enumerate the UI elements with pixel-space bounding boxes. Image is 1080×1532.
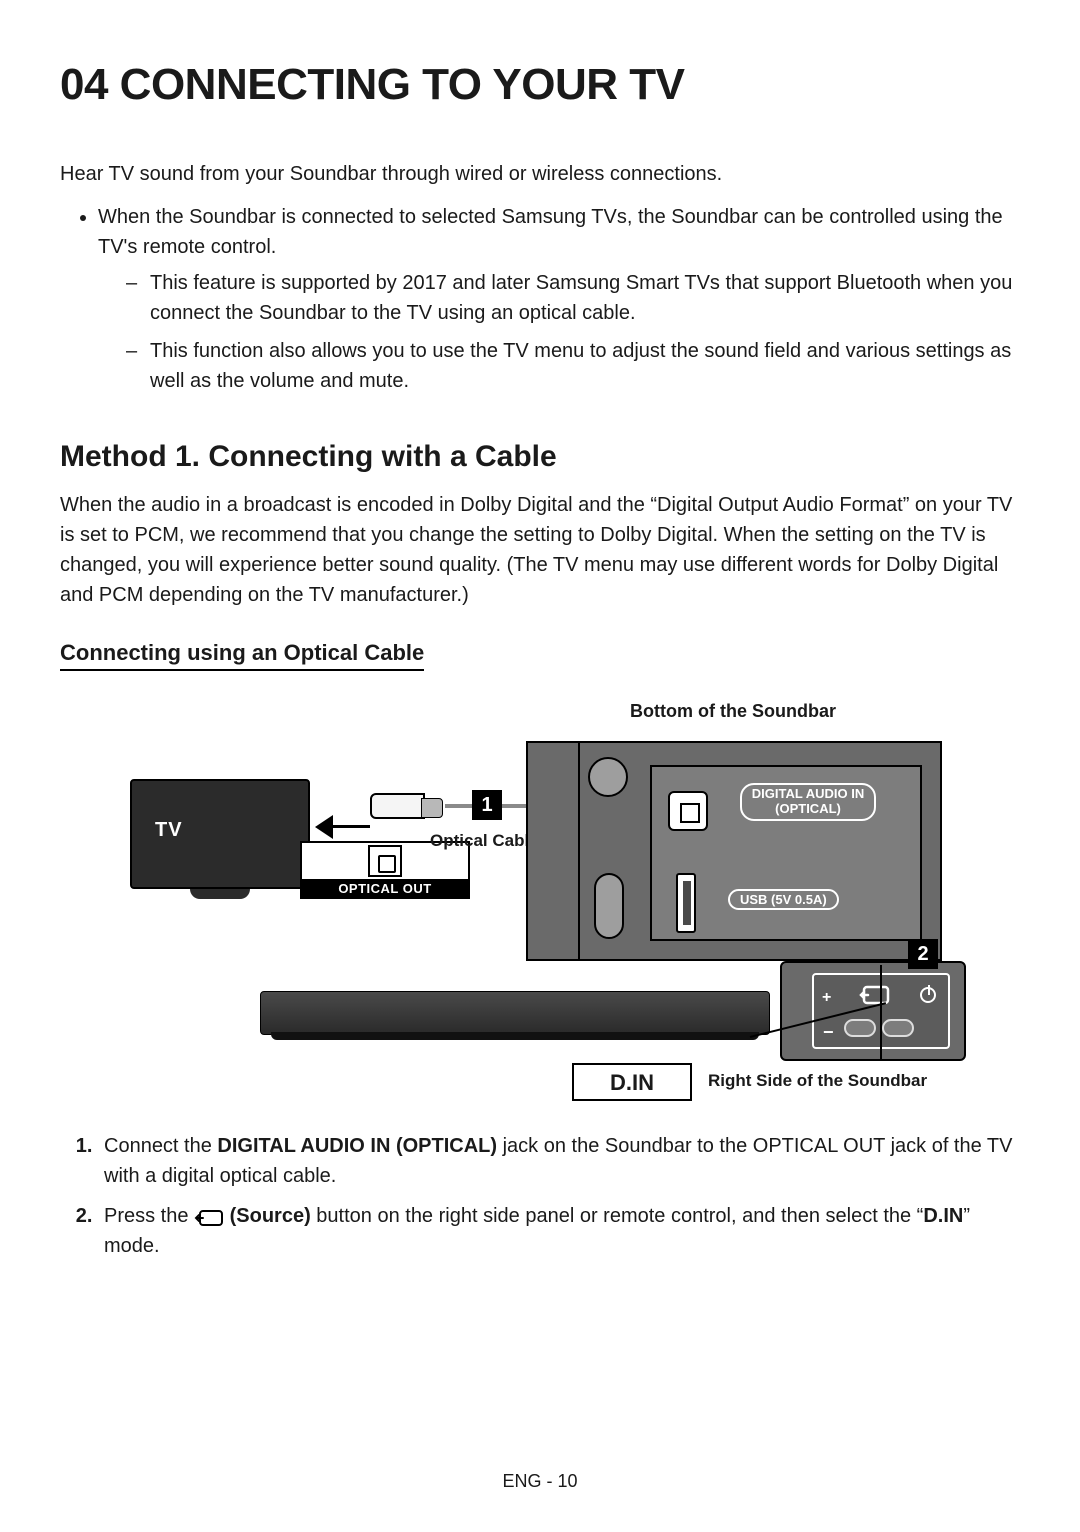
sub-bullet-tv-menu: This function also allows you to use the… [126,336,1020,396]
label-bottom-of-soundbar: Bottom of the Soundbar [630,701,836,722]
optical-port-icon [368,845,402,877]
sub-bullet-bluetooth: This feature is supported by 2017 and la… [126,268,1020,328]
intro-text: Hear TV sound from your Soundbar through… [60,160,1020,188]
power-icon [920,987,936,1003]
step2-din: D.IN [923,1205,963,1227]
step1-bold: DIGITAL AUDIO IN (OPTICAL) [217,1135,497,1157]
volume-down-icon: − [823,1027,834,1037]
optical-out-label: OPTICAL OUT [302,879,468,898]
optical-cable-label: Optical Cable [430,831,539,851]
page-footer: ENG - 10 [0,1471,1080,1492]
button-pads [844,1019,924,1041]
digital-audio-in-label: DIGITAL AUDIO IN(OPTICAL) [728,783,888,821]
tv-label: TV [155,819,183,842]
digital-audio-in-port-icon [668,791,708,831]
step-2: Press the (Source) button on the right s… [98,1201,1020,1261]
usb-port-icon [676,873,696,933]
bullet-remote-control: When the Soundbar is connected to select… [98,202,1020,396]
tv-stand [190,889,250,899]
step-badge-2: 2 [908,939,938,969]
source-icon [194,1206,224,1224]
pointer-line [880,965,882,1061]
soundbar-side-control-panel: 2 + − [780,961,966,1061]
step-1: Connect the DIGITAL AUDIO IN (OPTICAL) j… [98,1131,1020,1191]
step-badge-1: 1 [472,790,502,820]
soundbar-bottom-panel: DIGITAL AUDIO IN(OPTICAL) USB (5V 0.5A) [526,741,942,961]
volume-up-icon: + [822,989,831,1007]
din-display-label: D.IN [572,1063,692,1101]
method-heading: Method 1. Connecting with a Cable [60,440,1020,474]
chapter-title: 04 CONNECTING TO YOUR TV [60,60,1020,110]
mount-slot-icon [594,873,624,939]
subsection-heading: Connecting using an Optical Cable [60,640,424,671]
source-icon [858,983,892,1007]
step2-bold: (Source) [224,1205,311,1227]
soundbar-front-icon [260,991,770,1035]
bullet-text: When the Soundbar is connected to select… [98,206,1003,258]
cable-plug-icon [370,793,425,819]
right-side-label: Right Side of the Soundbar [708,1071,927,1091]
arrow-icon [315,811,370,841]
method-description: When the audio in a broadcast is encoded… [60,490,1020,610]
mount-hole-icon [588,757,628,797]
connection-diagram: Bottom of the Soundbar TV OPTICAL OUT 1 … [110,701,970,1101]
usb-label: USB (5V 0.5A) [728,889,839,910]
